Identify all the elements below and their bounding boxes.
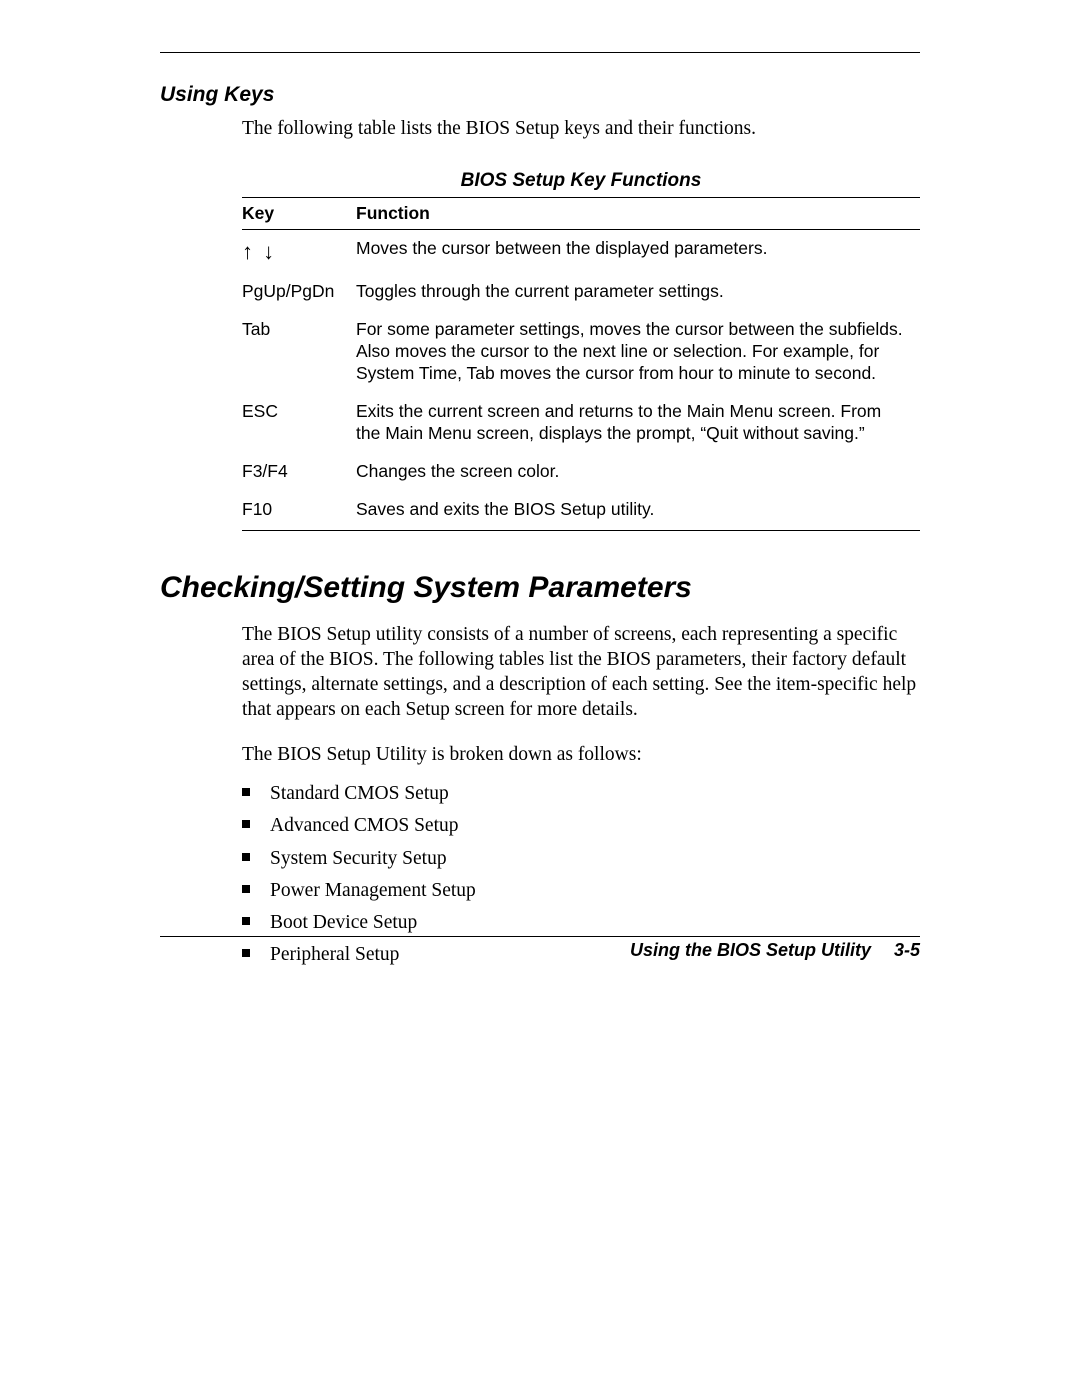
footer-rule <box>160 936 920 937</box>
table-row: ↑ ↓ Moves the cursor between the display… <box>242 229 920 273</box>
key-cell: F3/F4 <box>242 453 356 491</box>
key-functions-table-wrap: BIOS Setup Key Functions Key Function ↑ … <box>242 170 920 532</box>
intro-paragraph: The following table lists the BIOS Setup… <box>242 117 920 142</box>
table-row: ESC Exits the current screen and returns… <box>242 393 920 453</box>
table-row: F10 Saves and exits the BIOS Setup utili… <box>242 491 920 531</box>
table-header-row: Key Function <box>242 197 920 229</box>
list-item: System Security Setup <box>242 843 920 875</box>
func-cell: Saves and exits the BIOS Setup utility. <box>356 491 920 531</box>
list-item: Boot Device Setup <box>242 907 920 939</box>
table-title: BIOS Setup Key Functions <box>242 170 920 192</box>
page: Using Keys The following table lists the… <box>0 0 1080 1397</box>
list-item: Advanced CMOS Setup <box>242 810 920 842</box>
key-functions-table: Key Function ↑ ↓ Moves the cursor betwee… <box>242 197 920 532</box>
key-cell: PgUp/PgDn <box>242 273 356 311</box>
top-rule <box>160 52 920 53</box>
func-cell: For some parameter settings, moves the c… <box>356 311 920 393</box>
subheading-using-keys: Using Keys <box>160 83 920 107</box>
table-row: F3/F4 Changes the screen color. <box>242 453 920 491</box>
key-cell: ↑ ↓ <box>242 229 356 273</box>
func-cell: Toggles through the current parameter se… <box>356 273 920 311</box>
func-cell: Exits the current screen and returns to … <box>356 393 920 453</box>
key-cell: Tab <box>242 311 356 393</box>
table-header-function: Function <box>356 197 920 229</box>
key-cell: ESC <box>242 393 356 453</box>
heading-checking-setting: Checking/Setting System Parameters <box>160 571 920 605</box>
key-cell: F10 <box>242 491 356 531</box>
footer-text: Using the BIOS Setup Utility 3-5 <box>630 940 920 961</box>
table-row: Tab For some parameter settings, moves t… <box>242 311 920 393</box>
func-cell: Moves the cursor between the displayed p… <box>356 229 920 273</box>
list-item: Power Management Setup <box>242 875 920 907</box>
section-paragraph-2: The BIOS Setup Utility is broken down as… <box>242 743 920 768</box>
table-row: PgUp/PgDn Toggles through the current pa… <box>242 273 920 311</box>
table-header-key: Key <box>242 197 356 229</box>
list-item: Standard CMOS Setup <box>242 778 920 810</box>
func-cell: Changes the screen color. <box>356 453 920 491</box>
section-paragraph-1: The BIOS Setup utility consists of a num… <box>242 623 920 723</box>
